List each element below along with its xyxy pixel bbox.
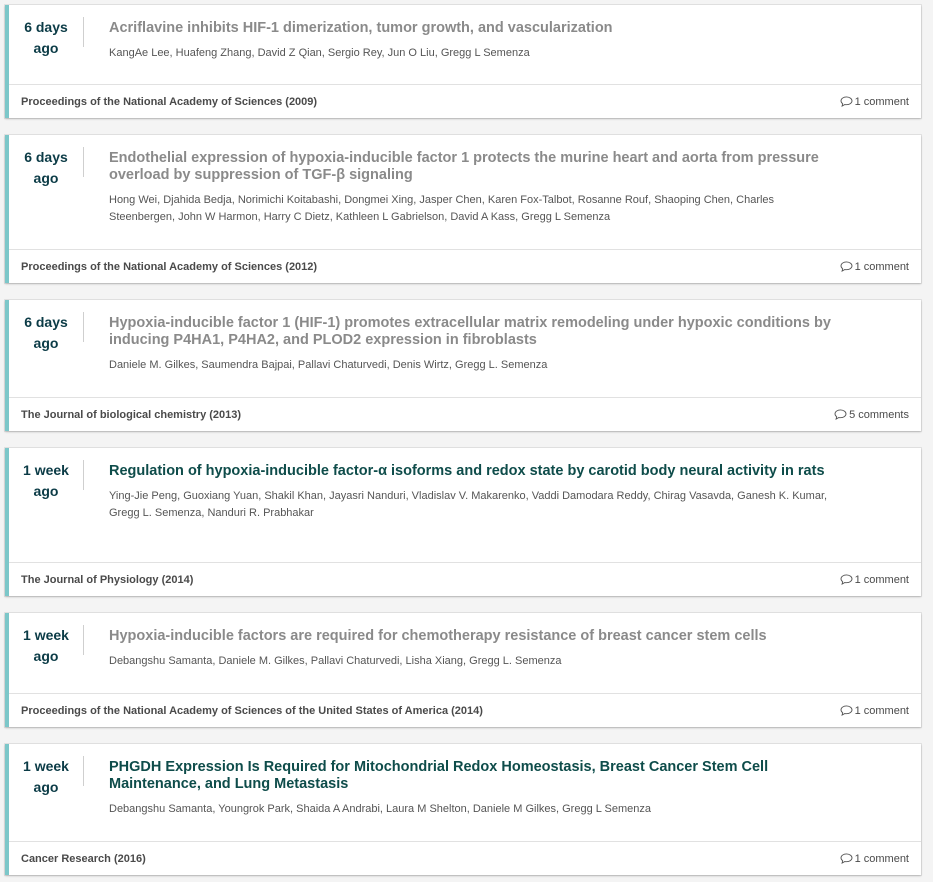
publication-age: 1 week ago	[9, 613, 83, 667]
card-footer: Proceedings of the National Academy of S…	[9, 84, 921, 118]
journal-name: Proceedings of the National Academy of S…	[21, 95, 318, 108]
publication-card: 6 days ago Hypoxia-inducible factor 1 (H…	[5, 300, 921, 431]
comment-bubble-icon	[840, 261, 853, 272]
publication-title-link[interactable]: Hypoxia-inducible factors are required f…	[109, 628, 831, 645]
age-value: 6 days	[24, 19, 68, 35]
journal-name: The Journal of Physiology (2014)	[21, 573, 194, 586]
age-unit: ago	[33, 483, 59, 499]
publication-content: PHGDH Expression Is Required for Mitocho…	[109, 759, 831, 818]
card-footer: Proceedings of the National Academy of S…	[9, 249, 921, 283]
publication-feed: 6 days ago Acriflavine inhibits HIF-1 di…	[0, 0, 933, 882]
comments-link[interactable]: 1 comment	[840, 96, 909, 108]
card-footer: The Journal of Physiology (2014) 1 comme…	[9, 562, 921, 596]
age-value: 1 week	[23, 627, 69, 643]
age-divider	[83, 460, 84, 490]
publication-card: 1 week ago Hypoxia-inducible factors are…	[5, 613, 921, 727]
age-unit: ago	[33, 648, 59, 664]
publication-age: 6 days ago	[9, 5, 83, 59]
comment-count: 1 comment	[854, 704, 909, 717]
age-divider	[83, 312, 84, 342]
age-divider	[83, 756, 84, 786]
publication-authors: Hong Wei, Djahida Bedja, Norimichi Koita…	[109, 194, 775, 223]
comment-bubble-icon	[840, 853, 853, 864]
age-value: 1 week	[23, 758, 69, 774]
age-divider	[83, 17, 84, 47]
age-unit: ago	[33, 170, 59, 186]
card-body: 1 week ago Hypoxia-inducible factors are…	[9, 613, 921, 667]
publication-authors: KangAe Lee, Huafeng Zhang, David Z Qian,…	[109, 47, 530, 59]
publication-age: 1 week ago	[9, 744, 83, 798]
age-value: 1 week	[23, 462, 69, 478]
journal-name: The Journal of biological chemistry (201…	[21, 408, 242, 421]
card-footer: The Journal of biological chemistry (201…	[9, 397, 921, 431]
comment-count: 5 comments	[849, 408, 909, 421]
publication-title-link[interactable]: Endothelial expression of hypoxia-induci…	[109, 150, 831, 184]
card-footer: Cancer Research (2016) 1 comment	[9, 841, 921, 875]
publication-authors: Debangshu Samanta, Daniele M. Gilkes, Pa…	[109, 655, 562, 667]
comment-bubble-icon	[840, 574, 853, 585]
card-body: 6 days ago Acriflavine inhibits HIF-1 di…	[9, 5, 921, 59]
age-unit: ago	[33, 40, 59, 56]
card-footer: Proceedings of the National Academy of S…	[9, 693, 921, 727]
publication-content: Regulation of hypoxia-inducible factor-α…	[109, 463, 831, 522]
publication-authors: Debangshu Samanta, Youngrok Park, Shaida…	[109, 803, 651, 815]
comment-count: 1 comment	[854, 573, 909, 586]
publication-age: 6 days ago	[9, 300, 83, 354]
comments-link[interactable]: 1 comment	[840, 705, 909, 717]
journal-name: Proceedings of the National Academy of S…	[21, 704, 483, 717]
comment-bubble-icon	[840, 96, 853, 107]
publication-card: 1 week ago PHGDH Expression Is Required …	[5, 744, 921, 875]
comments-link[interactable]: 1 comment	[840, 574, 909, 586]
age-divider	[83, 147, 84, 177]
age-divider	[83, 625, 84, 655]
journal-name: Cancer Research (2016)	[21, 852, 146, 865]
card-body: 1 week ago PHGDH Expression Is Required …	[9, 744, 921, 815]
card-body: 1 week ago Regulation of hypoxia-inducib…	[9, 448, 921, 519]
publication-content: Hypoxia-inducible factors are required f…	[109, 628, 831, 670]
publication-card: 6 days ago Acriflavine inhibits HIF-1 di…	[5, 5, 921, 118]
publication-content: Acriflavine inhibits HIF-1 dimerization,…	[109, 20, 831, 62]
comments-link[interactable]: 1 comment	[840, 853, 909, 865]
comment-bubble-icon	[840, 705, 853, 716]
publication-content: Hypoxia-inducible factor 1 (HIF-1) promo…	[109, 315, 831, 374]
age-value: 6 days	[24, 314, 68, 330]
publication-age: 6 days ago	[9, 135, 83, 189]
publication-age: 1 week ago	[9, 448, 83, 502]
comments-link[interactable]: 1 comment	[840, 261, 909, 273]
card-body: 6 days ago Endothelial expression of hyp…	[9, 135, 921, 223]
card-body: 6 days ago Hypoxia-inducible factor 1 (H…	[9, 300, 921, 371]
comments-link[interactable]: 5 comments	[834, 409, 909, 421]
comment-count: 1 comment	[854, 852, 909, 865]
age-unit: ago	[33, 335, 59, 351]
publication-authors: Ying-Jie Peng, Guoxiang Yuan, Shakil Kha…	[109, 490, 828, 519]
publication-card: 6 days ago Endothelial expression of hyp…	[5, 135, 921, 283]
comment-bubble-icon	[834, 409, 847, 420]
journal-name: Proceedings of the National Academy of S…	[21, 260, 318, 273]
publication-authors: Daniele M. Gilkes, Saumendra Bajpai, Pal…	[109, 359, 548, 371]
comment-count: 1 comment	[854, 260, 909, 273]
publication-title-link[interactable]: PHGDH Expression Is Required for Mitocho…	[109, 759, 831, 793]
comment-count: 1 comment	[854, 95, 909, 108]
publication-content: Endothelial expression of hypoxia-induci…	[109, 150, 831, 226]
publication-card: 1 week ago Regulation of hypoxia-inducib…	[5, 448, 921, 596]
age-unit: ago	[33, 779, 59, 795]
publication-title-link[interactable]: Acriflavine inhibits HIF-1 dimerization,…	[109, 20, 831, 37]
publication-title-link[interactable]: Regulation of hypoxia-inducible factor-α…	[109, 463, 831, 480]
publication-title-link[interactable]: Hypoxia-inducible factor 1 (HIF-1) promo…	[109, 315, 831, 349]
age-value: 6 days	[24, 149, 68, 165]
